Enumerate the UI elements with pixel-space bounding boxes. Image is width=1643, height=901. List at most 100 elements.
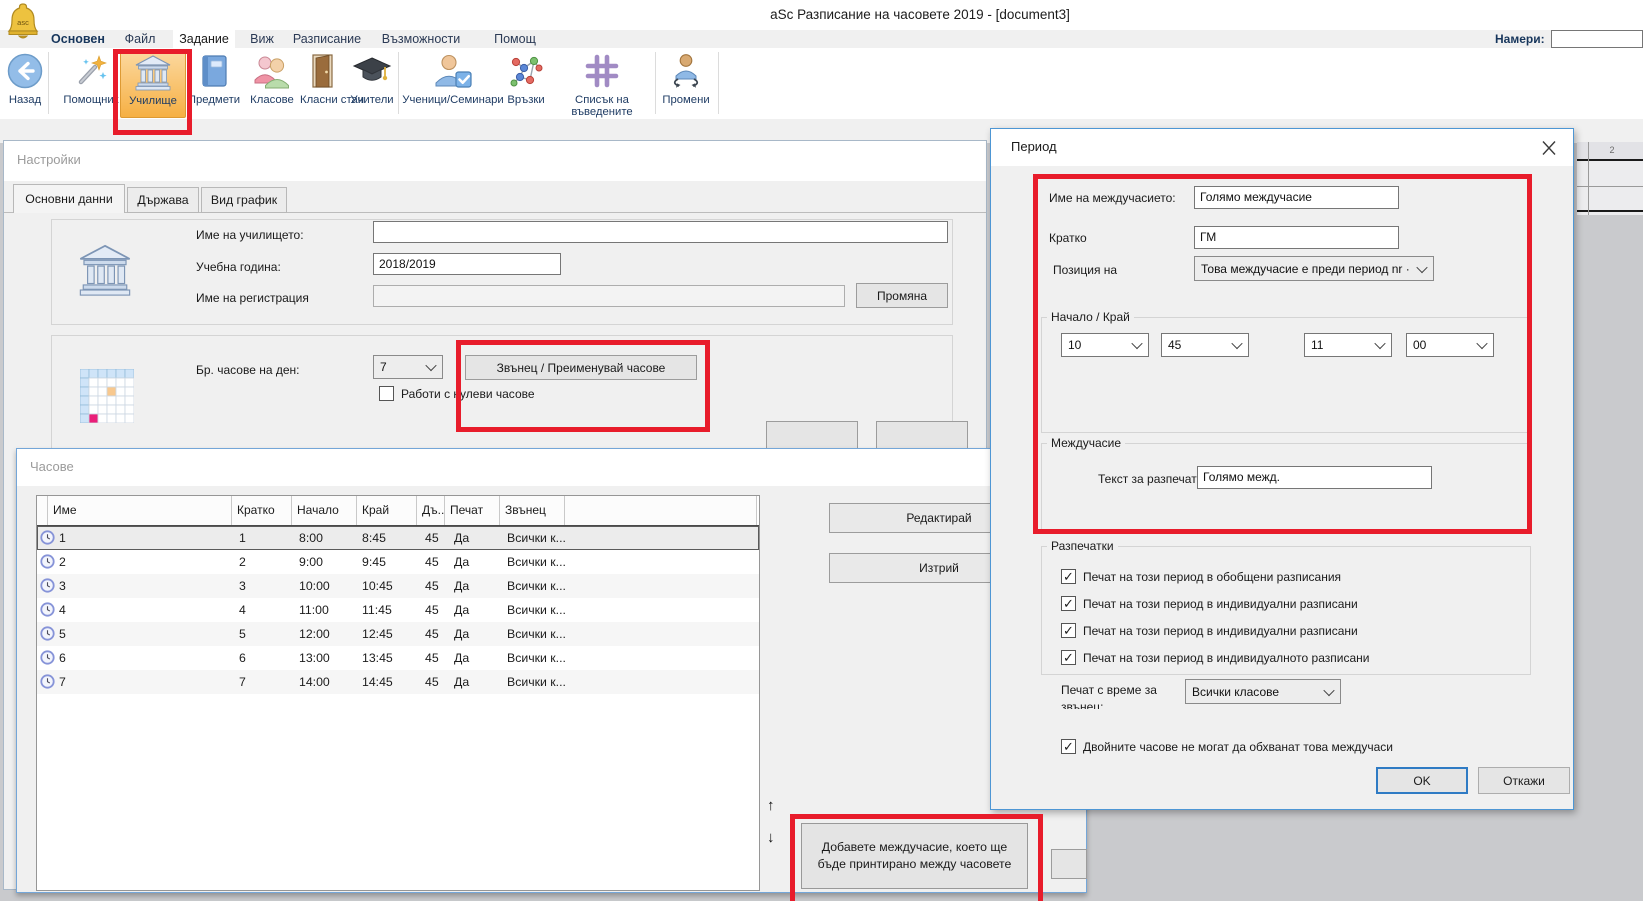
cell-start: 9:00: [299, 555, 323, 569]
toolbar-button-school[interactable]: Училище: [120, 50, 186, 118]
school-year-input[interactable]: 2018/2019: [373, 253, 561, 275]
find-label: Намери:: [1495, 32, 1545, 46]
cell-duration: 45: [425, 627, 439, 641]
hours-dialog: Часове ИмеКраткоНачалоКрайДъ...ПечатЗвън…: [16, 448, 1087, 893]
toolbar-button-person-refresh[interactable]: Промени: [658, 50, 714, 116]
registration-label: Име на регистрация: [196, 291, 309, 305]
table-row[interactable]: 7714:0014:4545ДаВсички к...: [37, 670, 759, 694]
ribbon-tab-2[interactable]: Файл: [119, 30, 161, 48]
add-break-button[interactable]: Добавете междучасие, което ще бъде принт…: [801, 823, 1028, 889]
cell-bell: Всички к...: [507, 627, 566, 641]
move-down-arrow[interactable]: ↓: [767, 829, 775, 846]
column-header: Кратко: [232, 496, 292, 525]
break-name-input[interactable]: Голямо междучасие: [1194, 186, 1399, 209]
cell-end: 9:45: [362, 555, 386, 569]
table-row[interactable]: 229:009:4545ДаВсички к...: [37, 550, 759, 574]
table-row[interactable]: 6613:0013:4545ДаВсички к...: [37, 646, 759, 670]
registration-input[interactable]: [373, 285, 845, 307]
table-row[interactable]: 4411:0011:4545ДаВсички к...: [37, 598, 759, 622]
position-select[interactable]: Това междучасие е преди период nr ·: [1194, 256, 1434, 281]
ribbon-tab-bar: Намери: Основен Файл Задание Виж Разписание В…: [0, 30, 1643, 48]
print-text-input[interactable]: Голямо межд.: [1197, 466, 1432, 489]
chevron-down-icon: [1476, 338, 1487, 349]
cell-start: 12:00: [299, 627, 330, 641]
column-header: Край: [357, 496, 417, 525]
cut-off-button-fragment[interactable]: [766, 421, 858, 451]
clock-icon: [40, 530, 55, 548]
clock-icon: [40, 626, 55, 644]
break-short-input[interactable]: ГМ: [1194, 226, 1399, 249]
cell-name: 3: [59, 579, 66, 593]
printout-checkbox-1[interactable]: ✓: [1061, 569, 1076, 584]
zero-periods-checkbox[interactable]: [379, 386, 394, 401]
bell-print-select[interactable]: Всички класове: [1185, 679, 1341, 704]
cut-off-button-fragment[interactable]: [1051, 849, 1087, 879]
clock-icon: [40, 674, 55, 692]
settings-title-bar: [4, 141, 986, 181]
toolbar-button-back[interactable]: Назад: [4, 50, 46, 116]
chevron-down-icon: [1231, 338, 1242, 349]
bell-rename-button[interactable]: Звънец / Преименувай часове: [465, 355, 697, 380]
column-header: Дъ...: [417, 496, 445, 525]
settings-tab-3[interactable]: Вид график: [201, 187, 287, 213]
ribbon-tab-1[interactable]: Основен: [50, 30, 106, 48]
toolbar-button-student-check[interactable]: Ученици/Семинари: [402, 50, 504, 116]
printout-checkbox-2[interactable]: ✓: [1061, 596, 1076, 611]
toolbar-button-graduation-cap[interactable]: Учители: [348, 50, 396, 116]
double-periods-checkbox-label: Двойните часове не могат да обхванат тов…: [1083, 740, 1393, 754]
toolbar-button-network[interactable]: Връзки: [504, 50, 548, 116]
settings-tab-2[interactable]: Държава: [127, 187, 199, 213]
cell-bell: Всички к...: [507, 531, 566, 545]
svg-text:asc: asc: [17, 18, 29, 27]
toolbar-button-book[interactable]: Предмети: [184, 50, 244, 116]
bell-print-label-line2: звънец:: [1061, 700, 1104, 709]
find-input[interactable]: [1551, 30, 1643, 48]
change-button[interactable]: Промяна: [856, 283, 948, 308]
cell-print: Да: [454, 627, 469, 641]
cell-start: 10:00: [299, 579, 330, 593]
table-row[interactable]: 118:008:4545ДаВсички к...: [37, 526, 759, 550]
cancel-button[interactable]: Откажи: [1478, 767, 1570, 794]
ribbon-tab-7[interactable]: Помощ: [482, 30, 548, 48]
toolbar-button-classes[interactable]: Класове: [244, 50, 300, 116]
cell-print: Да: [454, 603, 469, 617]
toolbar-button-label: Назад: [4, 94, 46, 106]
settings-tab-1[interactable]: Основни данни: [13, 184, 125, 213]
school-name-input[interactable]: [373, 221, 948, 243]
end-hour-select[interactable]: 11: [1304, 333, 1392, 357]
move-up-arrow[interactable]: ↑: [767, 797, 775, 814]
cell-name: 6: [59, 651, 66, 665]
ribbon-tab-4[interactable]: Виж: [245, 30, 279, 48]
cell-end: 11:45: [362, 603, 392, 617]
table-row[interactable]: 5512:0012:4545ДаВсички к...: [37, 622, 759, 646]
ribbon-tab-3[interactable]: Задание: [173, 30, 235, 48]
end-minute-select[interactable]: 00: [1406, 333, 1494, 357]
cell-start: 11:00: [299, 603, 329, 617]
double-periods-checkbox[interactable]: ✓: [1061, 739, 1076, 754]
column-header: Име: [48, 496, 232, 525]
start-hour-select[interactable]: 10: [1061, 333, 1149, 357]
printout-checkbox-3[interactable]: ✓: [1061, 623, 1076, 638]
cell-print: Да: [454, 531, 469, 545]
cell-name: 1: [59, 531, 66, 545]
toolbar-button-wizard[interactable]: Помощник: [55, 50, 127, 116]
chevron-down-icon: [1131, 338, 1142, 349]
toolbar-button-door[interactable]: Класни стаи: [300, 50, 348, 116]
toolbar-button-grid-hash[interactable]: Списък на въведените ограничения: [549, 50, 655, 116]
time-value: 00: [1413, 338, 1473, 352]
ribbon-tab-6[interactable]: Възможности: [376, 30, 466, 48]
printout-checkbox-4[interactable]: ✓: [1061, 650, 1076, 665]
clock-icon: [40, 554, 55, 572]
time-value: 11: [1311, 338, 1371, 352]
start-minute-select[interactable]: 45: [1161, 333, 1249, 357]
cut-off-button-fragment[interactable]: [876, 421, 968, 451]
table-row[interactable]: 3310:0010:4545ДаВсички к...: [37, 574, 759, 598]
periods-per-day-select[interactable]: 7: [373, 355, 443, 379]
ok-button[interactable]: OK: [1376, 767, 1468, 794]
toolbar-button-label: Класове: [244, 94, 300, 106]
chevron-down-icon: [425, 360, 436, 371]
ribbon-tab-5[interactable]: Разписание: [291, 30, 363, 48]
grid-line: [1577, 210, 1643, 212]
close-icon[interactable]: [1537, 137, 1561, 159]
break-name-label: Име на междучасието:: [1049, 191, 1176, 205]
